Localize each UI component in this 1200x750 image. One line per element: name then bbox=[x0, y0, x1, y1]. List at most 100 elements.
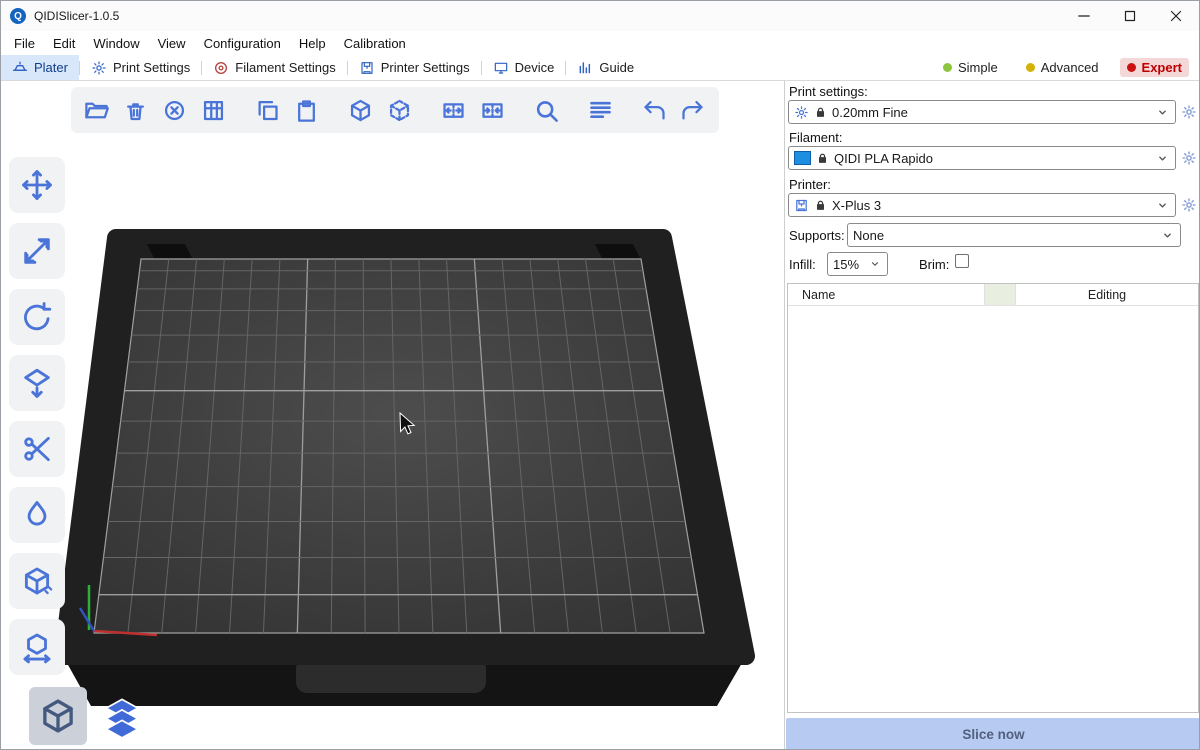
redo-button[interactable] bbox=[675, 90, 711, 130]
measure-tool-button[interactable] bbox=[9, 553, 65, 609]
mode-dot-icon bbox=[1127, 63, 1136, 72]
chevron-down-icon bbox=[1161, 229, 1174, 242]
slice-now-button[interactable]: Slice now bbox=[786, 718, 1200, 750]
maximize-icon bbox=[1121, 7, 1139, 25]
add-instance-button[interactable] bbox=[343, 90, 379, 130]
filament-combo[interactable]: QIDI PLA Rapido bbox=[788, 146, 1176, 170]
close-button[interactable] bbox=[1153, 1, 1199, 31]
tab-filament-settings[interactable]: Filament Settings bbox=[202, 55, 346, 80]
menu-view[interactable]: View bbox=[149, 33, 195, 54]
tab-device[interactable]: Device bbox=[482, 55, 566, 80]
rotate-tool-button[interactable] bbox=[9, 289, 65, 345]
mirror-tool-button[interactable] bbox=[9, 619, 65, 675]
chevron-down-icon bbox=[1161, 229, 1174, 242]
printer-small-icon bbox=[794, 198, 809, 213]
mode-expert[interactable]: Expert bbox=[1120, 58, 1189, 77]
bed-grid-surface bbox=[94, 259, 704, 633]
paint-support-tool-button[interactable] bbox=[9, 487, 65, 543]
print-settings-gear-button[interactable] bbox=[1180, 103, 1198, 121]
tab-label: Printer Settings bbox=[381, 60, 470, 75]
printer-combo[interactable]: X-Plus 3 bbox=[788, 193, 1176, 217]
lock-icon bbox=[814, 106, 827, 119]
brim-label: Brim: bbox=[919, 257, 949, 272]
tab-plater[interactable]: Plater bbox=[1, 55, 79, 80]
chevron-down-icon bbox=[1156, 106, 1169, 119]
tab-label: Guide bbox=[599, 60, 634, 75]
gear-icon bbox=[1181, 150, 1197, 166]
print-settings-combo[interactable]: 0.20mm Fine bbox=[788, 100, 1176, 124]
column-name: Name bbox=[788, 288, 984, 302]
plater-3d-viewport[interactable] bbox=[1, 81, 784, 750]
qidislicer-window: Q QIDISlicer-1.0.5 FileEditWindowViewCon… bbox=[0, 0, 1200, 750]
menu-window[interactable]: Window bbox=[84, 33, 148, 54]
arrange-button[interactable] bbox=[196, 90, 232, 130]
undo-button[interactable] bbox=[636, 90, 672, 130]
delete-icon bbox=[122, 97, 149, 124]
print-bed-3d[interactable] bbox=[1, 81, 784, 750]
menu-file[interactable]: File bbox=[5, 33, 44, 54]
preview-view-button[interactable] bbox=[93, 687, 151, 745]
filament-label: Filament: bbox=[789, 130, 842, 145]
copy-icon bbox=[254, 97, 281, 124]
delete-button[interactable] bbox=[118, 90, 154, 130]
cut-tool-button[interactable] bbox=[9, 421, 65, 477]
filament-gear-button[interactable] bbox=[1180, 149, 1198, 167]
object-list-body[interactable] bbox=[788, 306, 1198, 712]
chevron-down-icon bbox=[869, 258, 881, 270]
tab-printer-settings[interactable]: Printer Settings bbox=[348, 55, 481, 80]
scale-tool-button[interactable] bbox=[9, 223, 65, 279]
split-to-objects-button[interactable] bbox=[435, 90, 471, 130]
paste-button[interactable] bbox=[289, 90, 325, 130]
arrange-icon bbox=[200, 97, 227, 124]
infill-value: 15% bbox=[833, 257, 859, 272]
3d-editor-view-button[interactable] bbox=[29, 687, 87, 745]
column-editing: Editing bbox=[1016, 288, 1198, 302]
minimize-icon bbox=[1075, 7, 1093, 25]
open-button[interactable] bbox=[79, 90, 115, 130]
scale-icon bbox=[20, 234, 54, 268]
copy-button[interactable] bbox=[250, 90, 286, 130]
chevron-down-icon bbox=[1156, 152, 1169, 165]
title-bar: Q QIDISlicer-1.0.5 bbox=[1, 1, 1199, 31]
split-to-parts-icon bbox=[479, 97, 506, 124]
view-toggle bbox=[29, 687, 151, 745]
object-list-header: Name Editing bbox=[788, 284, 1198, 306]
infill-combo[interactable]: 15% bbox=[827, 252, 888, 276]
menu-edit[interactable]: Edit bbox=[44, 33, 84, 54]
print-settings-label: Print settings: bbox=[789, 84, 868, 99]
delete-all-button[interactable] bbox=[157, 90, 193, 130]
window-title: QIDISlicer-1.0.5 bbox=[34, 9, 119, 23]
menu-calibration[interactable]: Calibration bbox=[335, 33, 415, 54]
tab-print-settings[interactable]: Print Settings bbox=[80, 55, 201, 80]
mode-advanced[interactable]: Advanced bbox=[1019, 58, 1106, 77]
print-settings-icon bbox=[91, 60, 107, 76]
minimize-button[interactable] bbox=[1061, 1, 1107, 31]
cut-icon bbox=[20, 432, 54, 466]
supports-combo[interactable]: None bbox=[847, 223, 1181, 247]
variable-layer-height-button[interactable] bbox=[582, 90, 618, 130]
mirror-icon bbox=[20, 630, 54, 664]
split-to-parts-button[interactable] bbox=[474, 90, 510, 130]
lock-icon bbox=[816, 152, 829, 165]
mode-simple[interactable]: Simple bbox=[936, 58, 1005, 77]
gear-icon bbox=[1181, 104, 1197, 120]
supports-value: None bbox=[853, 228, 884, 243]
brim-checkbox[interactable] bbox=[955, 254, 969, 268]
place-on-face-tool-button[interactable] bbox=[9, 355, 65, 411]
move-tool-button[interactable] bbox=[9, 157, 65, 213]
remove-instance-button[interactable] bbox=[381, 90, 417, 130]
bed-clip-right bbox=[595, 244, 640, 258]
tab-guide[interactable]: Guide bbox=[566, 55, 645, 80]
printer-gear-button[interactable] bbox=[1180, 196, 1198, 214]
filament-color-swatch bbox=[794, 151, 811, 165]
menu-configuration[interactable]: Configuration bbox=[195, 33, 290, 54]
left-toolbar bbox=[9, 157, 65, 675]
tab-label: Plater bbox=[34, 60, 68, 75]
chevron-down-icon bbox=[1156, 152, 1169, 165]
mode-dot-icon bbox=[1026, 63, 1035, 72]
printer-icon bbox=[794, 198, 809, 213]
maximize-button[interactable] bbox=[1107, 1, 1153, 31]
menu-help[interactable]: Help bbox=[290, 33, 335, 54]
bed-clip-left bbox=[147, 244, 192, 258]
search-button[interactable] bbox=[528, 90, 564, 130]
